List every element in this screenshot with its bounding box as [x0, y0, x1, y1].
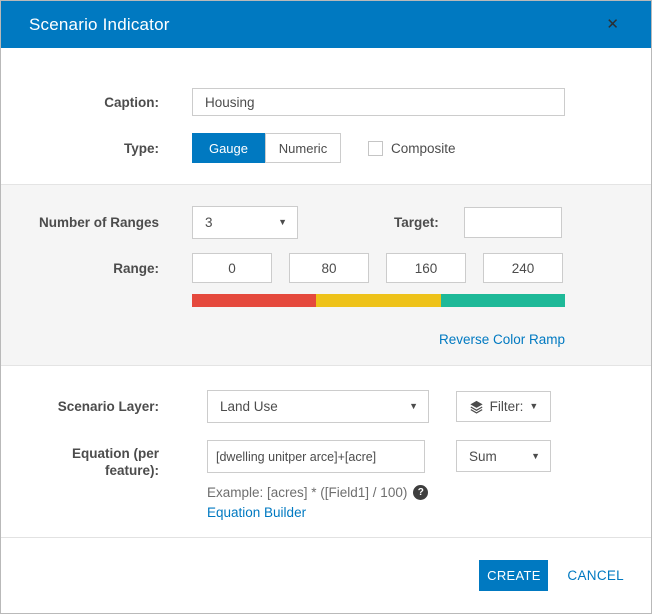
number-of-ranges-row: Number of Ranges 3 ▼ Target:	[1, 206, 651, 239]
type-gauge-button[interactable]: Gauge	[192, 133, 265, 163]
composite-checkbox[interactable]	[368, 141, 383, 156]
dialog-title: Scenario Indicator	[29, 15, 606, 35]
equation-label-line2: feature):	[105, 463, 159, 478]
scenario-layer-row: Scenario Layer: Land Use ▼ Filter: ▼	[1, 390, 651, 423]
ramp-segment-red	[192, 294, 316, 307]
general-section: Caption: Type: Gauge Numeric Composite	[1, 48, 651, 184]
scenario-layer-select[interactable]: Land Use ▼	[207, 390, 429, 423]
equation-row: Equation (per feature): Sum ▼	[1, 440, 651, 479]
target-label: Target:	[394, 215, 439, 230]
chevron-down-icon: ▼	[531, 452, 540, 461]
filter-button-label: Filter:	[490, 399, 524, 414]
layers-icon	[469, 400, 484, 414]
close-icon[interactable]: ✕	[606, 17, 619, 32]
create-button[interactable]: CREATE	[479, 560, 548, 591]
equation-builder-row: Equation Builder	[207, 504, 651, 522]
number-of-ranges-value: 3	[205, 215, 213, 230]
type-label: Type:	[1, 141, 159, 156]
range-input-4[interactable]	[483, 253, 563, 283]
chevron-down-icon: ▼	[409, 402, 418, 411]
range-row: Range:	[1, 253, 651, 283]
number-of-ranges-label: Number of Ranges	[1, 215, 159, 230]
caption-row: Caption:	[1, 88, 651, 116]
chevron-down-icon: ▼	[278, 218, 287, 227]
color-ramp	[192, 294, 565, 307]
ramp-segment-green	[441, 294, 565, 307]
equation-builder-link[interactable]: Equation Builder	[207, 505, 306, 520]
composite-label: Composite	[391, 141, 456, 156]
chevron-down-icon: ▼	[529, 402, 538, 411]
aggregation-select[interactable]: Sum ▼	[456, 440, 551, 472]
aggregation-value: Sum	[469, 449, 497, 464]
ramp-segment-yellow	[316, 294, 440, 307]
dialog-footer: CREATE CANCEL	[1, 537, 651, 613]
target-input[interactable]	[464, 207, 562, 238]
caption-input[interactable]	[192, 88, 565, 116]
equation-label-line1: Equation (per	[72, 446, 159, 461]
type-toggle-group: Gauge Numeric	[192, 133, 341, 163]
number-of-ranges-select[interactable]: 3 ▼	[192, 206, 298, 239]
equation-label: Equation (per feature):	[1, 440, 159, 479]
scenario-indicator-dialog: Scenario Indicator ✕ Caption: Type: Gaug…	[0, 0, 652, 614]
type-row: Type: Gauge Numeric Composite	[1, 133, 651, 163]
help-icon[interactable]: ?	[413, 485, 428, 500]
equation-example-row: Example: [acres] * ([Field1] / 100) ?	[207, 485, 651, 500]
range-input-3[interactable]	[386, 253, 466, 283]
equation-example-text: Example: [acres] * ([Field1] / 100)	[207, 485, 407, 500]
reverse-ramp-row: Reverse Color Ramp	[192, 331, 565, 349]
cancel-button[interactable]: CANCEL	[567, 568, 624, 583]
scenario-layer-value: Land Use	[220, 399, 278, 414]
filter-button[interactable]: Filter: ▼	[456, 391, 551, 422]
equation-input[interactable]	[207, 440, 425, 473]
range-input-1[interactable]	[192, 253, 272, 283]
caption-label: Caption:	[1, 95, 159, 110]
layer-equation-section: Scenario Layer: Land Use ▼ Filter: ▼	[1, 366, 651, 537]
ranges-section: Number of Ranges 3 ▼ Target: Range: Reve…	[1, 184, 651, 366]
dialog-header: Scenario Indicator ✕	[1, 1, 651, 48]
range-input-2[interactable]	[289, 253, 369, 283]
reverse-color-ramp-link[interactable]: Reverse Color Ramp	[439, 332, 565, 347]
range-label: Range:	[1, 261, 159, 276]
scenario-layer-label: Scenario Layer:	[1, 399, 159, 414]
type-numeric-button[interactable]: Numeric	[265, 133, 341, 163]
